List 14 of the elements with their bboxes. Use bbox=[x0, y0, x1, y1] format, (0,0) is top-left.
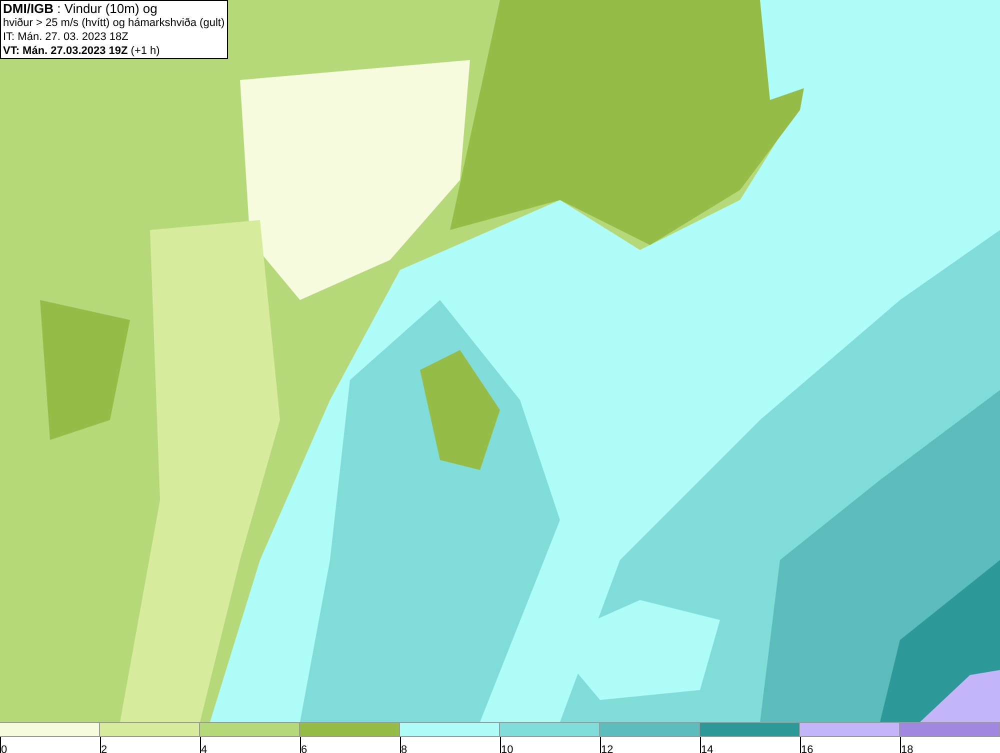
legend-label: 0 bbox=[1, 744, 8, 753]
legend-label: 14 bbox=[701, 744, 714, 753]
legend-label: 8 bbox=[401, 744, 408, 753]
info-text: VT: Mán. 27.03.2023 19Z (+1 h) bbox=[3, 44, 161, 58]
legend-label: 18 bbox=[901, 744, 914, 753]
info-text: DMI/IGB : Vindur (10m) og bbox=[3, 1, 158, 16]
legend-label: 2 bbox=[101, 744, 108, 753]
legend-label: 12 bbox=[601, 744, 614, 753]
legend-label: 16 bbox=[801, 744, 814, 753]
legend-label: 6 bbox=[301, 744, 308, 753]
info-text: IT: Mán. 27. 03. 2023 18Z bbox=[3, 30, 130, 44]
legend-label: 4 bbox=[201, 744, 208, 753]
info-text: hviður > 25 m/s (hvítt) og hámarkshviða (gult) bbox=[3, 16, 225, 30]
legend-label: 10 bbox=[501, 744, 514, 753]
